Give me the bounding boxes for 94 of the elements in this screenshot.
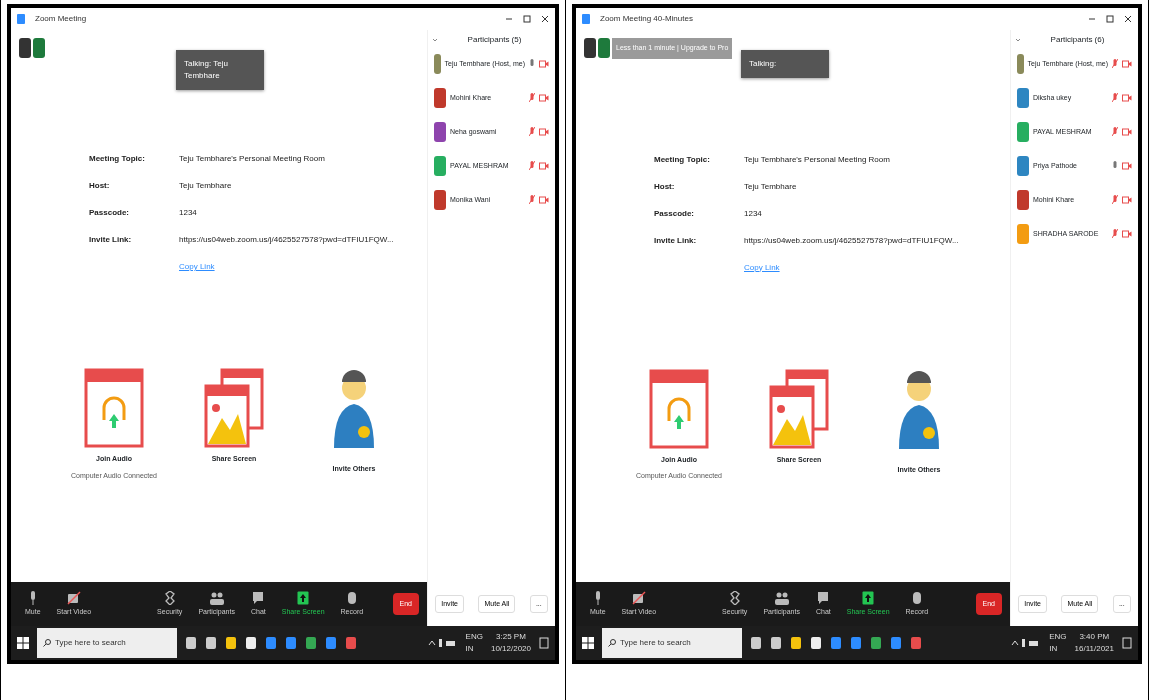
headphones-window-icon[interactable]	[649, 368, 709, 449]
copy-link[interactable]: Copy Link	[744, 261, 1002, 274]
clock-date[interactable]: 16/11/2021	[1074, 643, 1114, 655]
video-off-icon	[1122, 230, 1132, 238]
language-indicator[interactable]: ENG	[465, 631, 483, 643]
video-off-icon	[539, 94, 549, 102]
info-value: Teju Tembhare's Personal Meeting Room	[179, 153, 326, 165]
info-value: https://us04web.zoom.us/j/4625527578?pwd=dTFIU1FQW...	[179, 234, 395, 246]
video-off-icon	[539, 128, 549, 136]
info-button[interactable]	[584, 38, 596, 58]
talking-indicator: Talking:	[741, 50, 829, 78]
photo-placeholder	[1017, 54, 1024, 74]
info-label: Host:	[89, 180, 111, 192]
collapse-icon[interactable]	[432, 37, 438, 43]
start-icon[interactable]	[17, 637, 29, 649]
info-value: 1234	[179, 207, 198, 219]
video-off-icon	[539, 60, 549, 68]
share-screen-icon	[862, 590, 875, 605]
video-off-icon	[66, 590, 81, 605]
clock-date[interactable]: 10/12/2020	[490, 643, 531, 655]
info-value: Teju Tembhare's Personal Meeting Room	[744, 153, 891, 166]
chat-icon	[817, 590, 830, 605]
taskbar-app-icon[interactable]	[750, 636, 762, 650]
share-screen-icon	[297, 590, 310, 605]
info-label: Meeting Topic:	[654, 153, 711, 166]
shield-icon	[164, 590, 175, 605]
clock-time[interactable]: 3:40 PM	[1074, 631, 1114, 643]
talking-indicator: Talking: Teju Tembhare	[176, 50, 264, 90]
taskbar-app-icon[interactable]	[790, 636, 802, 650]
info-label: Passcode:	[89, 207, 131, 219]
shield-icon	[729, 590, 740, 605]
minimize-icon[interactable]	[505, 15, 513, 23]
info-value: https://us04web.zoom.us/j/4625527578?pwd=dTFIU1FQW...	[744, 234, 960, 247]
info-label: Passcode:	[654, 207, 696, 220]
start-icon[interactable]	[582, 637, 594, 649]
region-indicator[interactable]: IN	[465, 643, 483, 655]
taskbar-app-icon[interactable]	[225, 636, 237, 650]
panel-title: Participants (6)	[1049, 34, 1106, 46]
info-value: 1234	[744, 207, 763, 220]
search-field[interactable]: Type here to search	[602, 628, 742, 658]
chat-icon	[252, 590, 265, 605]
info-button[interactable]	[19, 38, 31, 58]
video-off-icon	[539, 162, 549, 170]
region-indicator[interactable]: IN	[1049, 643, 1067, 655]
taskbar-app-icon[interactable]	[245, 636, 257, 650]
notification-icon[interactable]	[539, 637, 549, 649]
taskbar-app-icon[interactable]	[770, 636, 782, 650]
info-label: Invite Link:	[89, 234, 133, 246]
microphone-icon	[593, 590, 602, 605]
info-value: Teju Tembhare	[179, 180, 233, 192]
app-icon	[582, 14, 590, 24]
info-value: Teju Tembhare	[744, 180, 798, 193]
microphone-icon	[28, 590, 37, 605]
video-off-icon	[1122, 94, 1132, 102]
copy-link[interactable]: Copy Link	[179, 261, 419, 273]
maximize-icon[interactable]	[1106, 15, 1114, 23]
video-off-icon	[1122, 196, 1132, 204]
panel-title: Participants (5)	[466, 34, 523, 46]
video-off-icon	[1122, 162, 1132, 170]
close-icon[interactable]	[1124, 15, 1132, 23]
headphones-window-icon[interactable]	[84, 368, 144, 448]
system-tray-icon[interactable]	[427, 638, 458, 648]
window-title: Zoom Meeting 40-Minutes	[600, 13, 694, 25]
image-windows-icon[interactable]	[769, 368, 829, 449]
video-off-icon	[631, 590, 646, 605]
search-placeholder: Type here to search	[55, 637, 126, 649]
search-placeholder: Type here to search	[620, 637, 691, 649]
video-off-icon	[1122, 128, 1132, 136]
video-off-icon	[1122, 60, 1132, 68]
clock-time[interactable]: 3:25 PM	[490, 631, 531, 643]
image-windows-icon[interactable]	[204, 368, 264, 448]
taskbar-app-icon[interactable]	[185, 636, 197, 650]
taskbar-app-icon[interactable]	[205, 636, 217, 650]
app-icon	[17, 14, 25, 24]
close-icon[interactable]	[541, 15, 549, 23]
search-field[interactable]: Type here to search	[37, 628, 177, 658]
video-off-icon	[539, 196, 549, 204]
collapse-icon[interactable]	[1015, 37, 1021, 43]
info-label: Host:	[654, 180, 676, 193]
info-label: Meeting Topic:	[89, 153, 146, 165]
people-icon	[773, 590, 790, 605]
minimize-icon[interactable]	[1088, 15, 1096, 23]
taskbar-app-icon[interactable]	[810, 636, 822, 650]
people-icon	[208, 590, 225, 605]
record-icon	[346, 590, 357, 605]
record-icon	[911, 590, 922, 605]
notification-icon[interactable]	[1122, 637, 1132, 649]
search-icon	[608, 639, 616, 647]
maximize-icon[interactable]	[523, 15, 531, 23]
language-indicator[interactable]: ENG	[1049, 631, 1067, 643]
photo-placeholder	[434, 54, 441, 74]
info-label: Invite Link:	[654, 234, 698, 247]
window-title: Zoom Meeting	[35, 13, 88, 25]
search-icon	[43, 639, 51, 647]
